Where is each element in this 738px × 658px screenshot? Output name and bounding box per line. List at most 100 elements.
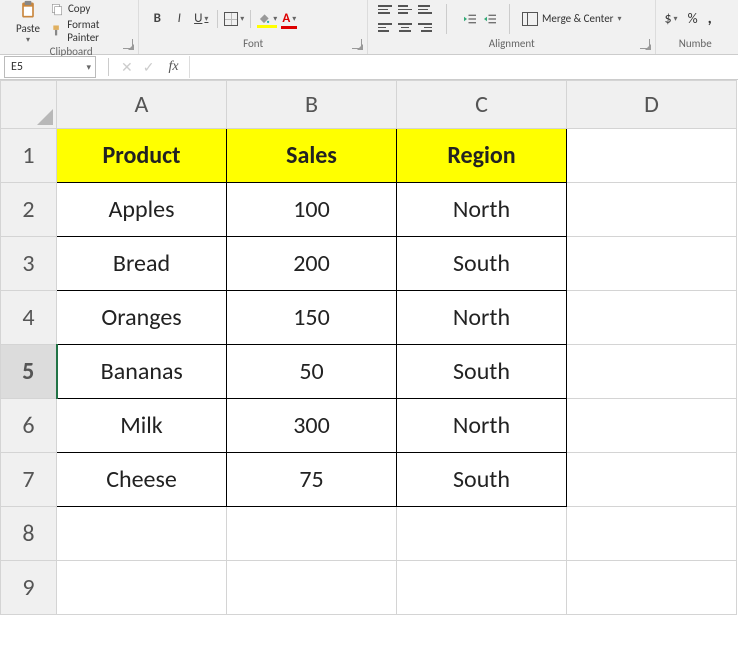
- merge-icon: [522, 12, 538, 26]
- increase-indent-icon: [481, 13, 499, 25]
- paste-button[interactable]: Paste ▾: [12, 0, 44, 45]
- spreadsheet-grid[interactable]: A B C D 1 Product Sales Region 2 Apples …: [0, 80, 738, 615]
- row-header-4[interactable]: 4: [1, 291, 57, 345]
- copy-button[interactable]: Copy: [50, 2, 130, 16]
- col-header-D[interactable]: D: [567, 81, 737, 129]
- paste-label: Paste: [16, 22, 40, 35]
- percent-format-button[interactable]: %: [688, 10, 698, 27]
- cell-B4[interactable]: 150: [227, 291, 397, 345]
- cell-D2[interactable]: [567, 183, 737, 237]
- row-header-9[interactable]: 9: [1, 561, 57, 615]
- row-header-8[interactable]: 8: [1, 507, 57, 561]
- cell-C2[interactable]: North: [397, 183, 567, 237]
- cell-A2[interactable]: Apples: [57, 183, 227, 237]
- col-header-C[interactable]: C: [397, 81, 567, 129]
- row-header-7[interactable]: 7: [1, 453, 57, 507]
- row-header-6[interactable]: 6: [1, 399, 57, 453]
- formula-bar-input[interactable]: [189, 56, 738, 78]
- cell-D5[interactable]: [567, 345, 737, 399]
- font-color-icon: A: [282, 11, 290, 26]
- ribbon-group-clipboard: Paste ▾ Copy Format Painter Clipboard: [4, 0, 139, 54]
- row-header-2[interactable]: 2: [1, 183, 57, 237]
- ribbon-group-label-font: Font: [139, 37, 367, 54]
- increase-indent-button[interactable]: [479, 11, 497, 27]
- border-button[interactable]: ▾: [224, 9, 244, 29]
- copy-label: Copy: [68, 2, 90, 15]
- align-middle-button[interactable]: [396, 2, 414, 18]
- cell-A4[interactable]: Oranges: [57, 291, 227, 345]
- paintbrush-icon: [50, 24, 63, 38]
- cell-C7[interactable]: South: [397, 453, 567, 507]
- merge-center-label: Merge & Center: [542, 12, 614, 25]
- copy-icon: [50, 2, 64, 16]
- cell-D3[interactable]: [567, 237, 737, 291]
- cell-B8[interactable]: [227, 507, 397, 561]
- cell-B3[interactable]: 200: [227, 237, 397, 291]
- cell-A6[interactable]: Milk: [57, 399, 227, 453]
- cell-B5[interactable]: 50: [227, 345, 397, 399]
- comma-format-button[interactable]: ,: [708, 9, 712, 28]
- font-color-button[interactable]: A ▾: [279, 9, 299, 29]
- accounting-format-button[interactable]: $: [664, 10, 671, 27]
- cell-C6[interactable]: North: [397, 399, 567, 453]
- cell-D1[interactable]: [567, 129, 737, 183]
- bold-button[interactable]: B: [147, 9, 167, 29]
- cell-B2[interactable]: 100: [227, 183, 397, 237]
- cell-D9[interactable]: [567, 561, 737, 615]
- cell-C9[interactable]: [397, 561, 567, 615]
- cell-D6[interactable]: [567, 399, 737, 453]
- cell-C4[interactable]: North: [397, 291, 567, 345]
- enter-formula-icon[interactable]: ✓: [143, 59, 155, 76]
- cell-C5[interactable]: South: [397, 345, 567, 399]
- cell-A3[interactable]: Bread: [57, 237, 227, 291]
- fx-icon[interactable]: fx: [168, 59, 178, 75]
- cell-D8[interactable]: [567, 507, 737, 561]
- cell-A7[interactable]: Cheese: [57, 453, 227, 507]
- align-bottom-button[interactable]: [416, 2, 434, 18]
- clipboard-launcher-icon[interactable]: [123, 39, 133, 49]
- cell-A5[interactable]: Bananas: [57, 345, 227, 399]
- chevron-down-icon[interactable]: ▾: [86, 62, 91, 73]
- italic-button[interactable]: I: [169, 9, 189, 29]
- cell-A9[interactable]: [57, 561, 227, 615]
- row-header-1[interactable]: 1: [1, 129, 57, 183]
- cell-C3[interactable]: South: [397, 237, 567, 291]
- name-box[interactable]: E5 ▾: [4, 56, 96, 78]
- fill-color-button[interactable]: ▾: [257, 12, 277, 26]
- cell-B7[interactable]: 75: [227, 453, 397, 507]
- decrease-indent-button[interactable]: [459, 11, 477, 27]
- align-left-button[interactable]: [376, 20, 394, 36]
- ribbon: Paste ▾ Copy Format Painter Clipboard B …: [0, 0, 738, 54]
- align-center-button[interactable]: [396, 20, 414, 36]
- border-icon: [224, 12, 238, 26]
- font-launcher-icon[interactable]: [352, 39, 362, 49]
- align-right-button[interactable]: [416, 20, 434, 36]
- alignment-launcher-icon[interactable]: [640, 39, 650, 49]
- merge-center-button[interactable]: Merge & Center ▾: [522, 12, 622, 26]
- cell-C8[interactable]: [397, 507, 567, 561]
- cell-A8[interactable]: [57, 507, 227, 561]
- cell-D4[interactable]: [567, 291, 737, 345]
- underline-button[interactable]: U▾: [191, 9, 211, 29]
- cell-B9[interactable]: [227, 561, 397, 615]
- name-box-value: E5: [11, 60, 23, 74]
- paint-bucket-icon: [257, 12, 271, 26]
- cell-A1[interactable]: Product: [57, 129, 227, 183]
- cell-B1[interactable]: Sales: [227, 129, 397, 183]
- format-painter-button[interactable]: Format Painter: [50, 18, 130, 44]
- row-header-5[interactable]: 5: [1, 345, 57, 399]
- format-painter-label: Format Painter: [67, 18, 130, 44]
- cell-B6[interactable]: 300: [227, 399, 397, 453]
- col-header-B[interactable]: B: [227, 81, 397, 129]
- cell-C1[interactable]: Region: [397, 129, 567, 183]
- ribbon-group-label-number: Numbe: [656, 37, 734, 54]
- decrease-indent-icon: [461, 13, 479, 25]
- align-top-button[interactable]: [376, 2, 394, 18]
- ribbon-group-alignment: Merge & Center ▾ Alignment: [368, 0, 656, 54]
- cell-D7[interactable]: [567, 453, 737, 507]
- ribbon-group-label-alignment: Alignment: [368, 37, 655, 54]
- clipboard-icon: [18, 0, 38, 20]
- row-header-3[interactable]: 3: [1, 237, 57, 291]
- select-all-corner[interactable]: [1, 81, 57, 129]
- col-header-A[interactable]: A: [57, 81, 227, 129]
